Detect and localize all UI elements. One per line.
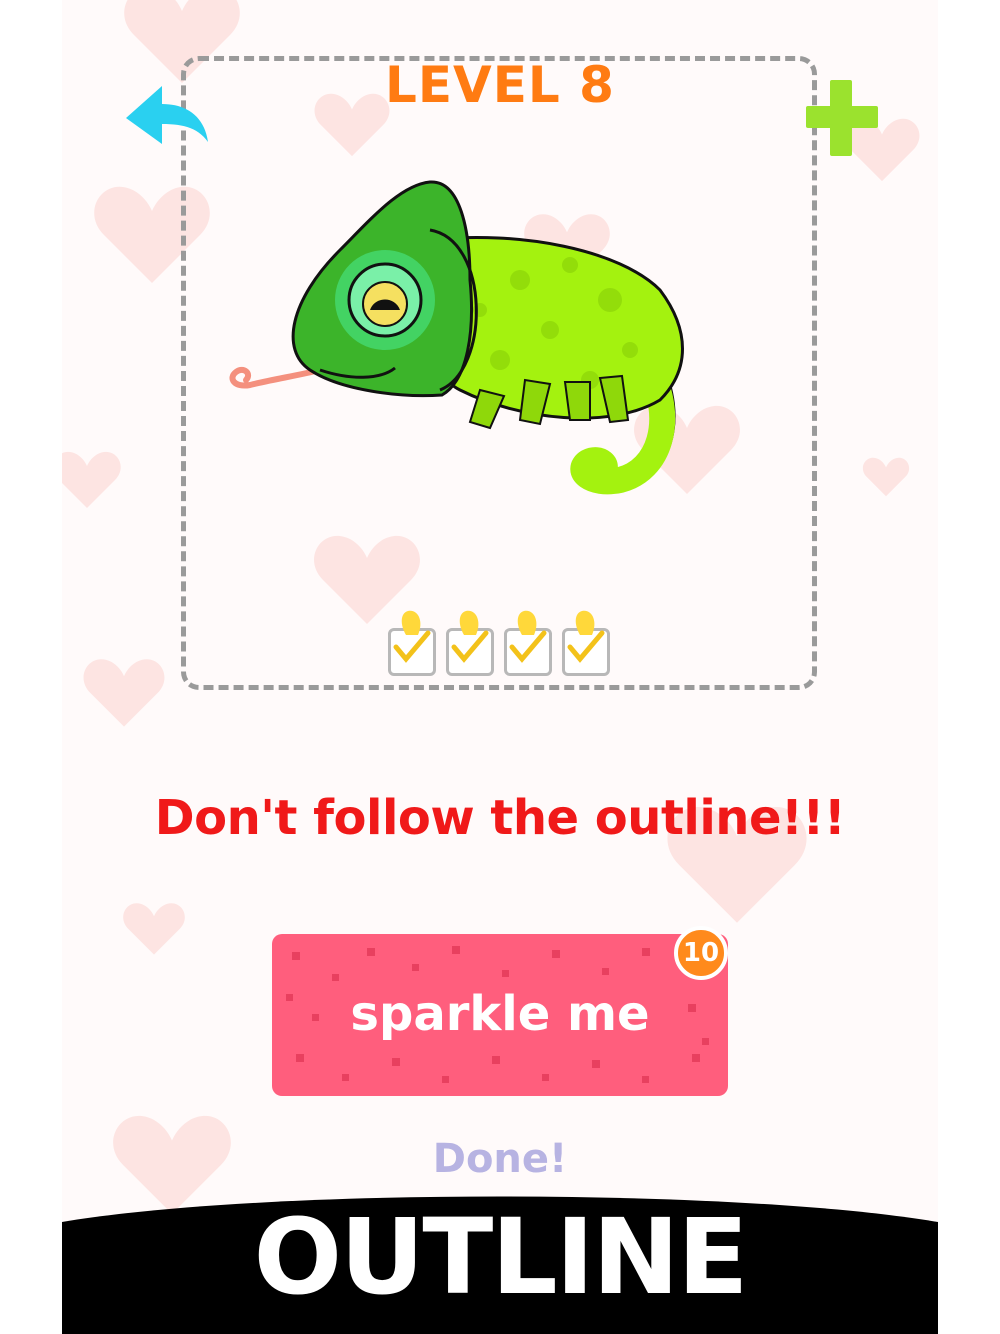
banner-title: OUTLINE	[253, 1196, 749, 1318]
sparkle-me-label: sparkle me	[350, 986, 650, 1042]
hint-checkbox	[388, 610, 436, 676]
back-arrow-icon[interactable]	[122, 82, 210, 156]
done-button[interactable]: Done!	[0, 1136, 1000, 1182]
heart-decoration	[862, 457, 910, 497]
lightbulb-check-icon	[451, 610, 489, 663]
hint-checkboxes	[386, 606, 618, 684]
hint-checkbox	[446, 610, 494, 676]
hint-checkbox	[562, 610, 610, 676]
plus-icon[interactable]	[804, 78, 880, 158]
lightbulb-check-icon	[567, 610, 605, 663]
hint-checkbox	[504, 610, 552, 676]
lightbulb-check-icon	[509, 610, 547, 663]
lightbulb-check-icon	[393, 610, 431, 663]
heart-decoration	[83, 659, 165, 727]
chameleon-drawing	[229, 180, 684, 495]
sparkle-me-button[interactable]: sparkle me 10	[272, 926, 728, 1096]
heart-decoration	[62, 452, 121, 508]
cost-badge: 10	[674, 926, 728, 980]
heart-decoration	[123, 903, 185, 955]
hint-text: Don't follow the outline!!!	[154, 790, 846, 846]
